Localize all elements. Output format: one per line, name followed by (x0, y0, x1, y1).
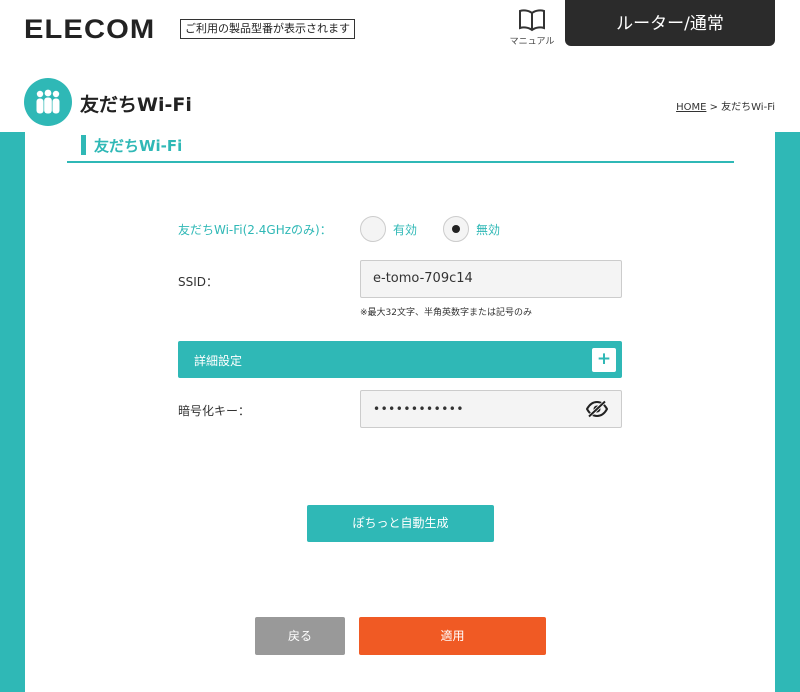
left-accent-bar (0, 132, 25, 692)
radio-disable[interactable] (443, 216, 469, 242)
breadcrumb-current: > 友だちWi-Fi (706, 102, 775, 113)
radio-enable-label[interactable]: 有効 (393, 221, 417, 238)
friend-wifi-label: 友だちWi-Fi(2.4GHzのみ)： (178, 223, 332, 237)
manual-button[interactable]: マニュアル (505, 8, 559, 47)
section-heading: 友だちWi-Fi (67, 132, 734, 163)
ssid-hint: ※最大32文字、半角英数字または記号のみ (360, 308, 532, 318)
breadcrumb-home-link[interactable]: HOME (676, 102, 706, 113)
ssid-input[interactable]: e-tomo-709c14 (360, 260, 622, 298)
radio-enable[interactable] (360, 216, 386, 242)
advanced-settings-toggle[interactable]: 詳細設定 + (178, 341, 622, 378)
right-accent-bar (775, 132, 800, 692)
manual-label: マニュアル (509, 37, 555, 47)
plus-icon[interactable]: + (592, 348, 616, 372)
section-title: 友だちWi-Fi (94, 137, 183, 155)
page-header: 友だちWi-Fi HOME > 友だちWi-Fi (0, 74, 800, 132)
page-title: 友だちWi-Fi (80, 94, 192, 116)
advanced-settings-label: 詳細設定 (194, 354, 243, 368)
encryption-key-label: 暗号化キー： (178, 404, 251, 418)
eye-off-icon[interactable] (586, 400, 608, 418)
model-number-label: ご利用の製品型番が表示されます (180, 19, 355, 39)
ssid-label: SSID： (178, 275, 219, 289)
header: ELECOM ご利用の製品型番が表示されます マニュアル ルーター/通常 (0, 0, 800, 60)
people-icon (24, 78, 72, 126)
elecom-logo[interactable]: ELECOM (24, 14, 155, 45)
encryption-key-input[interactable]: •••••••••••• (360, 390, 622, 428)
radio-disable-label[interactable]: 無効 (476, 221, 500, 238)
operation-mode-badge: ルーター/通常 (565, 0, 775, 46)
section-marker (81, 135, 86, 155)
auto-generate-button[interactable]: ぽちっと自動生成 (307, 505, 494, 542)
breadcrumb: HOME > 友だちWi-Fi (676, 98, 775, 113)
back-button[interactable]: 戻る (255, 617, 345, 655)
book-icon (519, 9, 545, 32)
apply-button[interactable]: 適用 (359, 617, 546, 655)
